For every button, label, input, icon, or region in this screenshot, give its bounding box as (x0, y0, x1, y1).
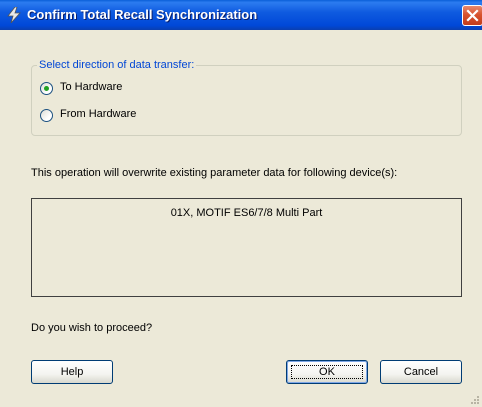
help-button[interactable]: Help (31, 360, 113, 384)
radio-button-unselected[interactable] (40, 109, 53, 122)
radio-dot (44, 86, 49, 91)
close-x-icon (466, 9, 479, 22)
radio-label-to-hardware[interactable]: To Hardware (60, 81, 122, 93)
close-button[interactable] (462, 5, 482, 26)
title-bar[interactable]: Confirm Total Recall Synchronization (0, 0, 482, 30)
resize-grip-icon[interactable] (470, 395, 480, 405)
proceed-question: Do you wish to proceed? (31, 322, 153, 334)
device-list-item[interactable]: 01X, MOTIF ES6/7/8 Multi Part (32, 207, 461, 219)
window-title: Confirm Total Recall Synchronization (27, 7, 258, 22)
ok-button[interactable]: OK (286, 360, 368, 384)
device-list[interactable]: 01X, MOTIF ES6/7/8 Multi Part (31, 198, 462, 297)
confirm-dialog: Confirm Total Recall Synchronization Sel… (0, 0, 482, 407)
cancel-button[interactable]: Cancel (380, 360, 462, 384)
lightning-bolt-icon (7, 7, 21, 23)
radio-label-from-hardware[interactable]: From Hardware (60, 108, 136, 120)
focus-rect (291, 365, 363, 379)
direction-groupbox (31, 65, 462, 136)
direction-group-label: Select direction of data transfer: (37, 59, 197, 71)
radio-button-selected[interactable] (40, 82, 53, 95)
overwrite-warning-text: This operation will overwrite existing p… (31, 167, 398, 179)
